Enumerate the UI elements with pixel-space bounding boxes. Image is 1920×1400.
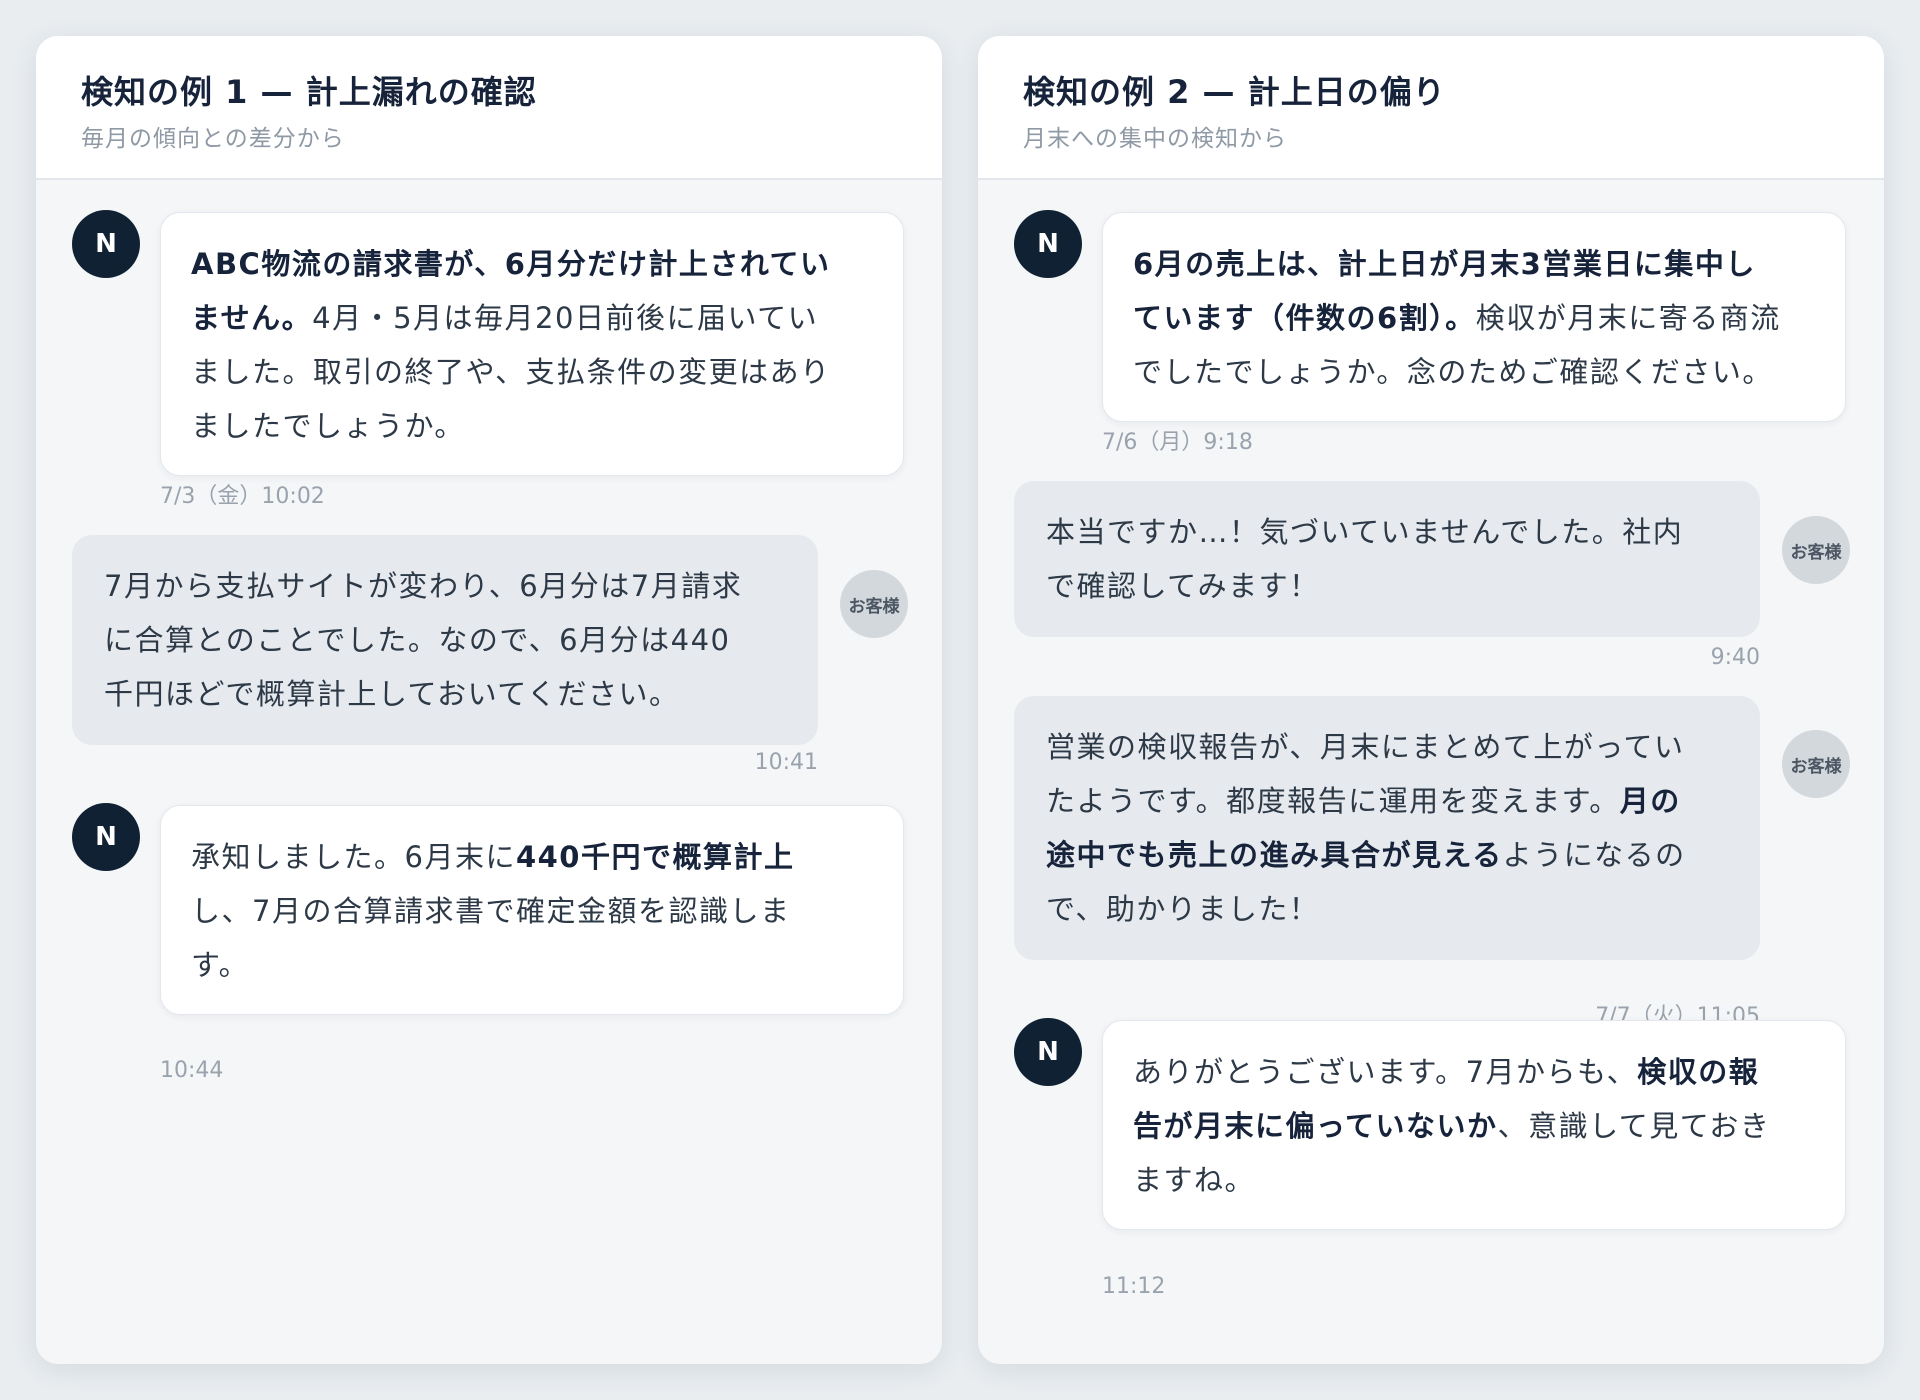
message-timestamp: 7/3（金）10:02: [160, 484, 325, 509]
message-line: で、助かりました！: [1046, 882, 1728, 936]
panel-title: 検知の例 2 — 計上日の偏り: [1023, 73, 1446, 111]
message-text-bold: ABC物流の請求書が、6月分だけ計上されてい: [191, 247, 831, 281]
customer-avatar: お客様: [840, 570, 908, 638]
panel-subtitle: 毎月の傾向との差分から: [81, 126, 345, 152]
message-text: し、7月の合算請求書で確定金額を認識しま: [191, 894, 791, 928]
message-line: 告が月末に偏っていないか、意識して見ておき: [1133, 1099, 1815, 1153]
message-line: 6月の売上は、計上日が月末3営業日に集中し: [1133, 237, 1815, 291]
message-timestamp: 10:41: [754, 750, 818, 775]
n-avatar: N: [1014, 210, 1082, 278]
panel-header: 検知の例 1 — 計上漏れの確認 毎月の傾向との差分から: [36, 36, 942, 180]
panel-subtitle: 月末への集中の検知から: [1023, 126, 1287, 152]
message-text-bold: 440千円で概算計上: [515, 840, 795, 874]
message-text: 検収が月末に寄る商流: [1475, 301, 1781, 335]
message-text-bold: 検収の報: [1637, 1055, 1760, 1089]
customer-avatar: お客様: [1782, 516, 1850, 584]
example-panel-1: 検知の例 1 — 計上漏れの確認 毎月の傾向との差分から N ABC物流の請求書…: [36, 36, 942, 1364]
message-text: ました。取引の終了や、支払条件の変更はあり: [191, 355, 831, 389]
chat-examples-stage: 検知の例 1 — 計上漏れの確認 毎月の傾向との差分から N ABC物流の請求書…: [0, 0, 1920, 1400]
message-line: 途中でも売上の進み具合が見えるようになるの: [1046, 828, 1728, 882]
message-line: たようです。都度報告に運用を変えます。月の: [1046, 774, 1728, 828]
message-line: ありがとうございます。7月からも、検収の報: [1133, 1045, 1815, 1099]
message-text: ましたでしょうか。: [191, 409, 465, 443]
message-text: たようです。都度報告に運用を変えます。: [1046, 784, 1620, 818]
message-line: ましたでしょうか。: [191, 399, 873, 453]
n-avatar: N: [72, 803, 140, 871]
message-text: 千円ほどで概算計上しておいてください。: [104, 677, 680, 711]
message-line: 7月から支払サイトが変わり、6月分は7月請求: [104, 559, 786, 613]
message-text: 、意識して見ておき: [1497, 1109, 1771, 1143]
message-text: に合算とのことでした。なので、6月分は440: [104, 623, 731, 657]
message-line: ません。4月・5月は毎月20日前後に届いてい: [191, 291, 873, 345]
message-text: ようになるの: [1502, 838, 1686, 872]
message-text: 本当ですか…！気づいていませんでした。社内: [1046, 515, 1684, 549]
message-line: で確認してみます！: [1046, 559, 1728, 613]
message-line: ました。取引の終了や、支払条件の変更はあり: [191, 345, 873, 399]
message-text-bold: ません。: [191, 301, 313, 335]
message-text: 営業の検収報告が、月末にまとめて上がってい: [1046, 730, 1685, 764]
message-timestamp: 9:40: [1710, 645, 1760, 670]
message-text-bold: 6月の売上は、計上日が月末3営業日に集中し: [1133, 247, 1756, 281]
message-text-bold: 月の: [1619, 784, 1681, 818]
message-text: で、助かりました！: [1046, 892, 1320, 926]
message-line: に合算とのことでした。なので、6月分は440: [104, 613, 786, 667]
message-text: でしたでしょうか。念のためご確認ください。: [1133, 355, 1773, 389]
message-text: ますね。: [1133, 1163, 1256, 1197]
message-line: 承知しました。6月末に440千円で概算計上: [191, 830, 873, 884]
assistant-message-bubble: ABC物流の請求書が、6月分だけ計上されてい ません。4月・5月は毎月20日前後に…: [160, 212, 904, 476]
n-avatar: N: [72, 210, 140, 278]
message-line: 千円ほどで概算計上しておいてください。: [104, 667, 786, 721]
message-line: 本当ですか…！気づいていませんでした。社内: [1046, 505, 1728, 559]
message-line: 営業の検収報告が、月末にまとめて上がってい: [1046, 720, 1728, 774]
assistant-message-bubble: 承知しました。6月末に440千円で概算計上し、7月の合算請求書で確定金額を認識し…: [160, 805, 904, 1015]
message-line: ABC物流の請求書が、6月分だけ計上されてい: [191, 237, 873, 291]
message-text: す。: [191, 948, 250, 982]
message-line: ますね。: [1133, 1153, 1815, 1207]
message-text-bold: 途中でも売上の進み具合が見える: [1046, 838, 1503, 872]
customer-message-bubble: 本当ですか…！気づいていませんでした。社内 で確認してみます！: [1014, 481, 1760, 637]
assistant-message-bubble: ありがとうございます。7月からも、検収の報 告が月末に偏っていないか、意識して見て…: [1102, 1020, 1846, 1230]
message-line: でしたでしょうか。念のためご確認ください。: [1133, 345, 1815, 399]
message-text: で確認してみます！: [1046, 569, 1320, 603]
customer-avatar: お客様: [1782, 730, 1850, 798]
message-line: し、7月の合算請求書で確定金額を認識しま: [191, 884, 873, 938]
panel-header: 検知の例 2 — 計上日の偏り 月末への集中の検知から: [978, 36, 1884, 180]
message-text-bold: ています（件数の6割）。: [1133, 301, 1476, 335]
message-line: ています（件数の6割）。検収が月末に寄る商流: [1133, 291, 1815, 345]
assistant-message-bubble: 6月の売上は、計上日が月末3営業日に集中し ています（件数の6割）。検収が月末に寄…: [1102, 212, 1846, 422]
message-text: 7月から支払サイトが変わり、6月分は7月請求: [104, 569, 743, 603]
message-timestamp: 10:44: [160, 1058, 224, 1083]
customer-message-bubble: 7月から支払サイトが変わり、6月分は7月請求 に合算とのことでした。なので、6月分…: [72, 535, 818, 745]
message-text: 4月・5月は毎月20日前後に届いてい: [312, 301, 819, 335]
message-text: ありがとうございます。7月からも、: [1133, 1055, 1638, 1089]
n-avatar: N: [1014, 1018, 1082, 1086]
example-panel-2: 検知の例 2 — 計上日の偏り 月末への集中の検知から N 6月の売上は、計上日…: [978, 36, 1884, 1364]
message-line: す。: [191, 938, 873, 992]
message-timestamp: 7/6（月）9:18: [1102, 430, 1253, 455]
panel-title: 検知の例 1 — 計上漏れの確認: [81, 73, 537, 111]
message-timestamp: 11:12: [1102, 1274, 1166, 1299]
customer-message-bubble: 営業の検収報告が、月末にまとめて上がってい たようです。都度報告に運用を変えます。…: [1014, 696, 1760, 960]
message-text: 承知しました。6月末に: [191, 840, 516, 874]
message-text-bold: 告が月末に偏っていないか: [1133, 1109, 1498, 1143]
